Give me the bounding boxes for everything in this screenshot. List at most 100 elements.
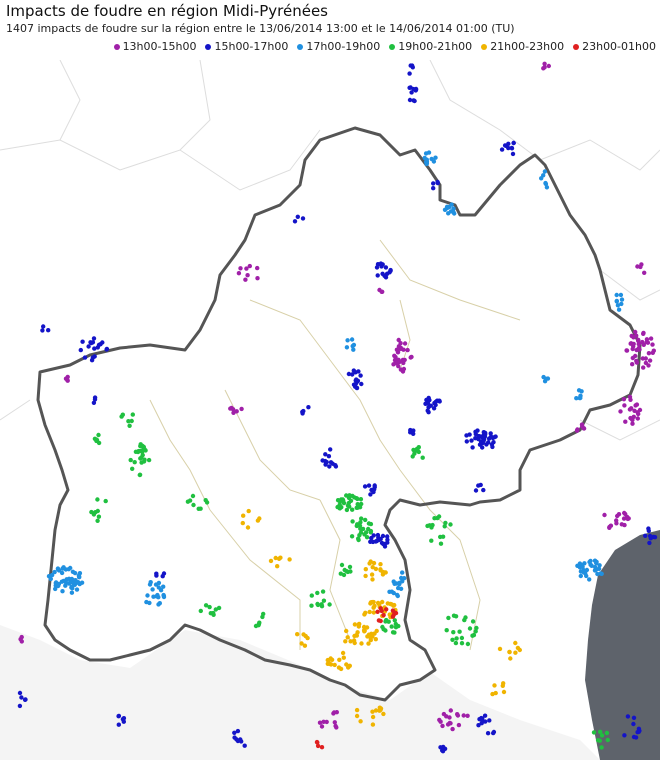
strike-point: [246, 508, 251, 514]
strike-point: [86, 344, 91, 349]
strike-point: [374, 538, 379, 544]
strike-point: [60, 589, 65, 594]
strike-point: [147, 600, 152, 606]
strike-point: [393, 621, 398, 627]
strike-point: [465, 641, 471, 647]
strike-point: [641, 342, 646, 347]
strike-point: [161, 594, 167, 600]
strike-point: [366, 483, 372, 488]
strike-point: [392, 610, 397, 615]
strike-point: [383, 628, 388, 633]
strike-point: [255, 518, 261, 523]
strike-point: [309, 603, 314, 608]
strike-point: [624, 348, 630, 353]
strike-point: [474, 625, 479, 631]
strike-point: [470, 445, 475, 450]
legend-item-19h-21h: 19h00-21h00: [389, 40, 472, 53]
strike-point: [305, 635, 310, 641]
strike-point: [471, 632, 477, 638]
strike-point: [190, 493, 196, 499]
strike-point: [501, 689, 507, 695]
strike-point: [429, 156, 434, 162]
strike-point: [577, 395, 582, 401]
strike-point: [631, 721, 636, 727]
strike-point: [631, 414, 636, 419]
strike-point: [245, 525, 251, 530]
strike-point: [235, 728, 241, 734]
strike-point: [185, 499, 191, 504]
strike-point: [345, 635, 350, 640]
strike-point: [356, 536, 361, 541]
strike-point: [130, 412, 135, 417]
strike-point: [319, 724, 325, 729]
strike-point: [637, 347, 642, 352]
strike-point: [467, 432, 472, 437]
strike-point: [619, 301, 624, 307]
strike-point: [359, 381, 364, 387]
strike-point: [91, 400, 97, 405]
strike-point: [508, 656, 513, 661]
strike-point: [275, 564, 280, 569]
strike-point: [487, 718, 492, 723]
strike-point: [385, 540, 390, 545]
strike-point: [511, 140, 516, 146]
strike-point: [485, 731, 491, 736]
strike-point: [631, 715, 637, 720]
strike-point: [372, 483, 377, 488]
strike-point: [377, 708, 382, 713]
strike-point: [73, 578, 78, 583]
strike-point: [140, 447, 145, 453]
strike-point: [344, 507, 350, 513]
strike-point: [426, 395, 431, 401]
strike-point: [130, 466, 135, 471]
strike-point: [392, 353, 397, 358]
strike-point: [63, 376, 69, 381]
strike-point: [461, 713, 466, 718]
strike-point: [368, 521, 374, 527]
strike-point: [359, 516, 364, 521]
strike-point: [362, 629, 367, 634]
strike-point: [242, 743, 247, 748]
strike-point: [48, 576, 53, 582]
strike-point: [542, 61, 547, 66]
strike-point: [336, 665, 342, 670]
strike-point: [369, 535, 374, 541]
strike-point: [19, 639, 24, 644]
strike-point: [639, 262, 644, 267]
strike-point: [647, 358, 653, 363]
strike-point: [140, 443, 145, 449]
strike-point: [70, 569, 76, 574]
strike-point: [349, 337, 355, 342]
strike-point: [345, 569, 350, 575]
strike-point: [407, 71, 412, 76]
strike-point: [615, 513, 620, 519]
strike-point: [255, 276, 260, 281]
strike-point: [354, 632, 359, 638]
strike-point: [306, 405, 311, 410]
strike-point: [385, 534, 390, 539]
strike-point: [368, 492, 373, 497]
strike-point: [326, 660, 331, 665]
strike-point: [358, 719, 363, 724]
strike-point: [243, 277, 248, 282]
strike-point: [384, 607, 389, 612]
strike-point: [366, 526, 371, 532]
strike-point: [542, 169, 548, 174]
strike-point: [389, 589, 394, 594]
strike-point: [256, 622, 262, 627]
strike-point: [351, 638, 357, 643]
strike-point: [146, 457, 152, 463]
strike-point: [453, 640, 459, 646]
strike-point: [481, 487, 486, 493]
strike-point: [395, 592, 400, 598]
strike-point: [438, 719, 443, 724]
strike-point: [383, 265, 389, 270]
strike-point: [355, 505, 360, 510]
strike-point: [41, 324, 46, 329]
strike-point: [350, 493, 355, 499]
strike-point: [420, 455, 425, 460]
strike-point: [621, 397, 627, 402]
strike-point: [344, 628, 349, 634]
strike-point: [370, 599, 375, 605]
strike-point: [627, 394, 633, 400]
